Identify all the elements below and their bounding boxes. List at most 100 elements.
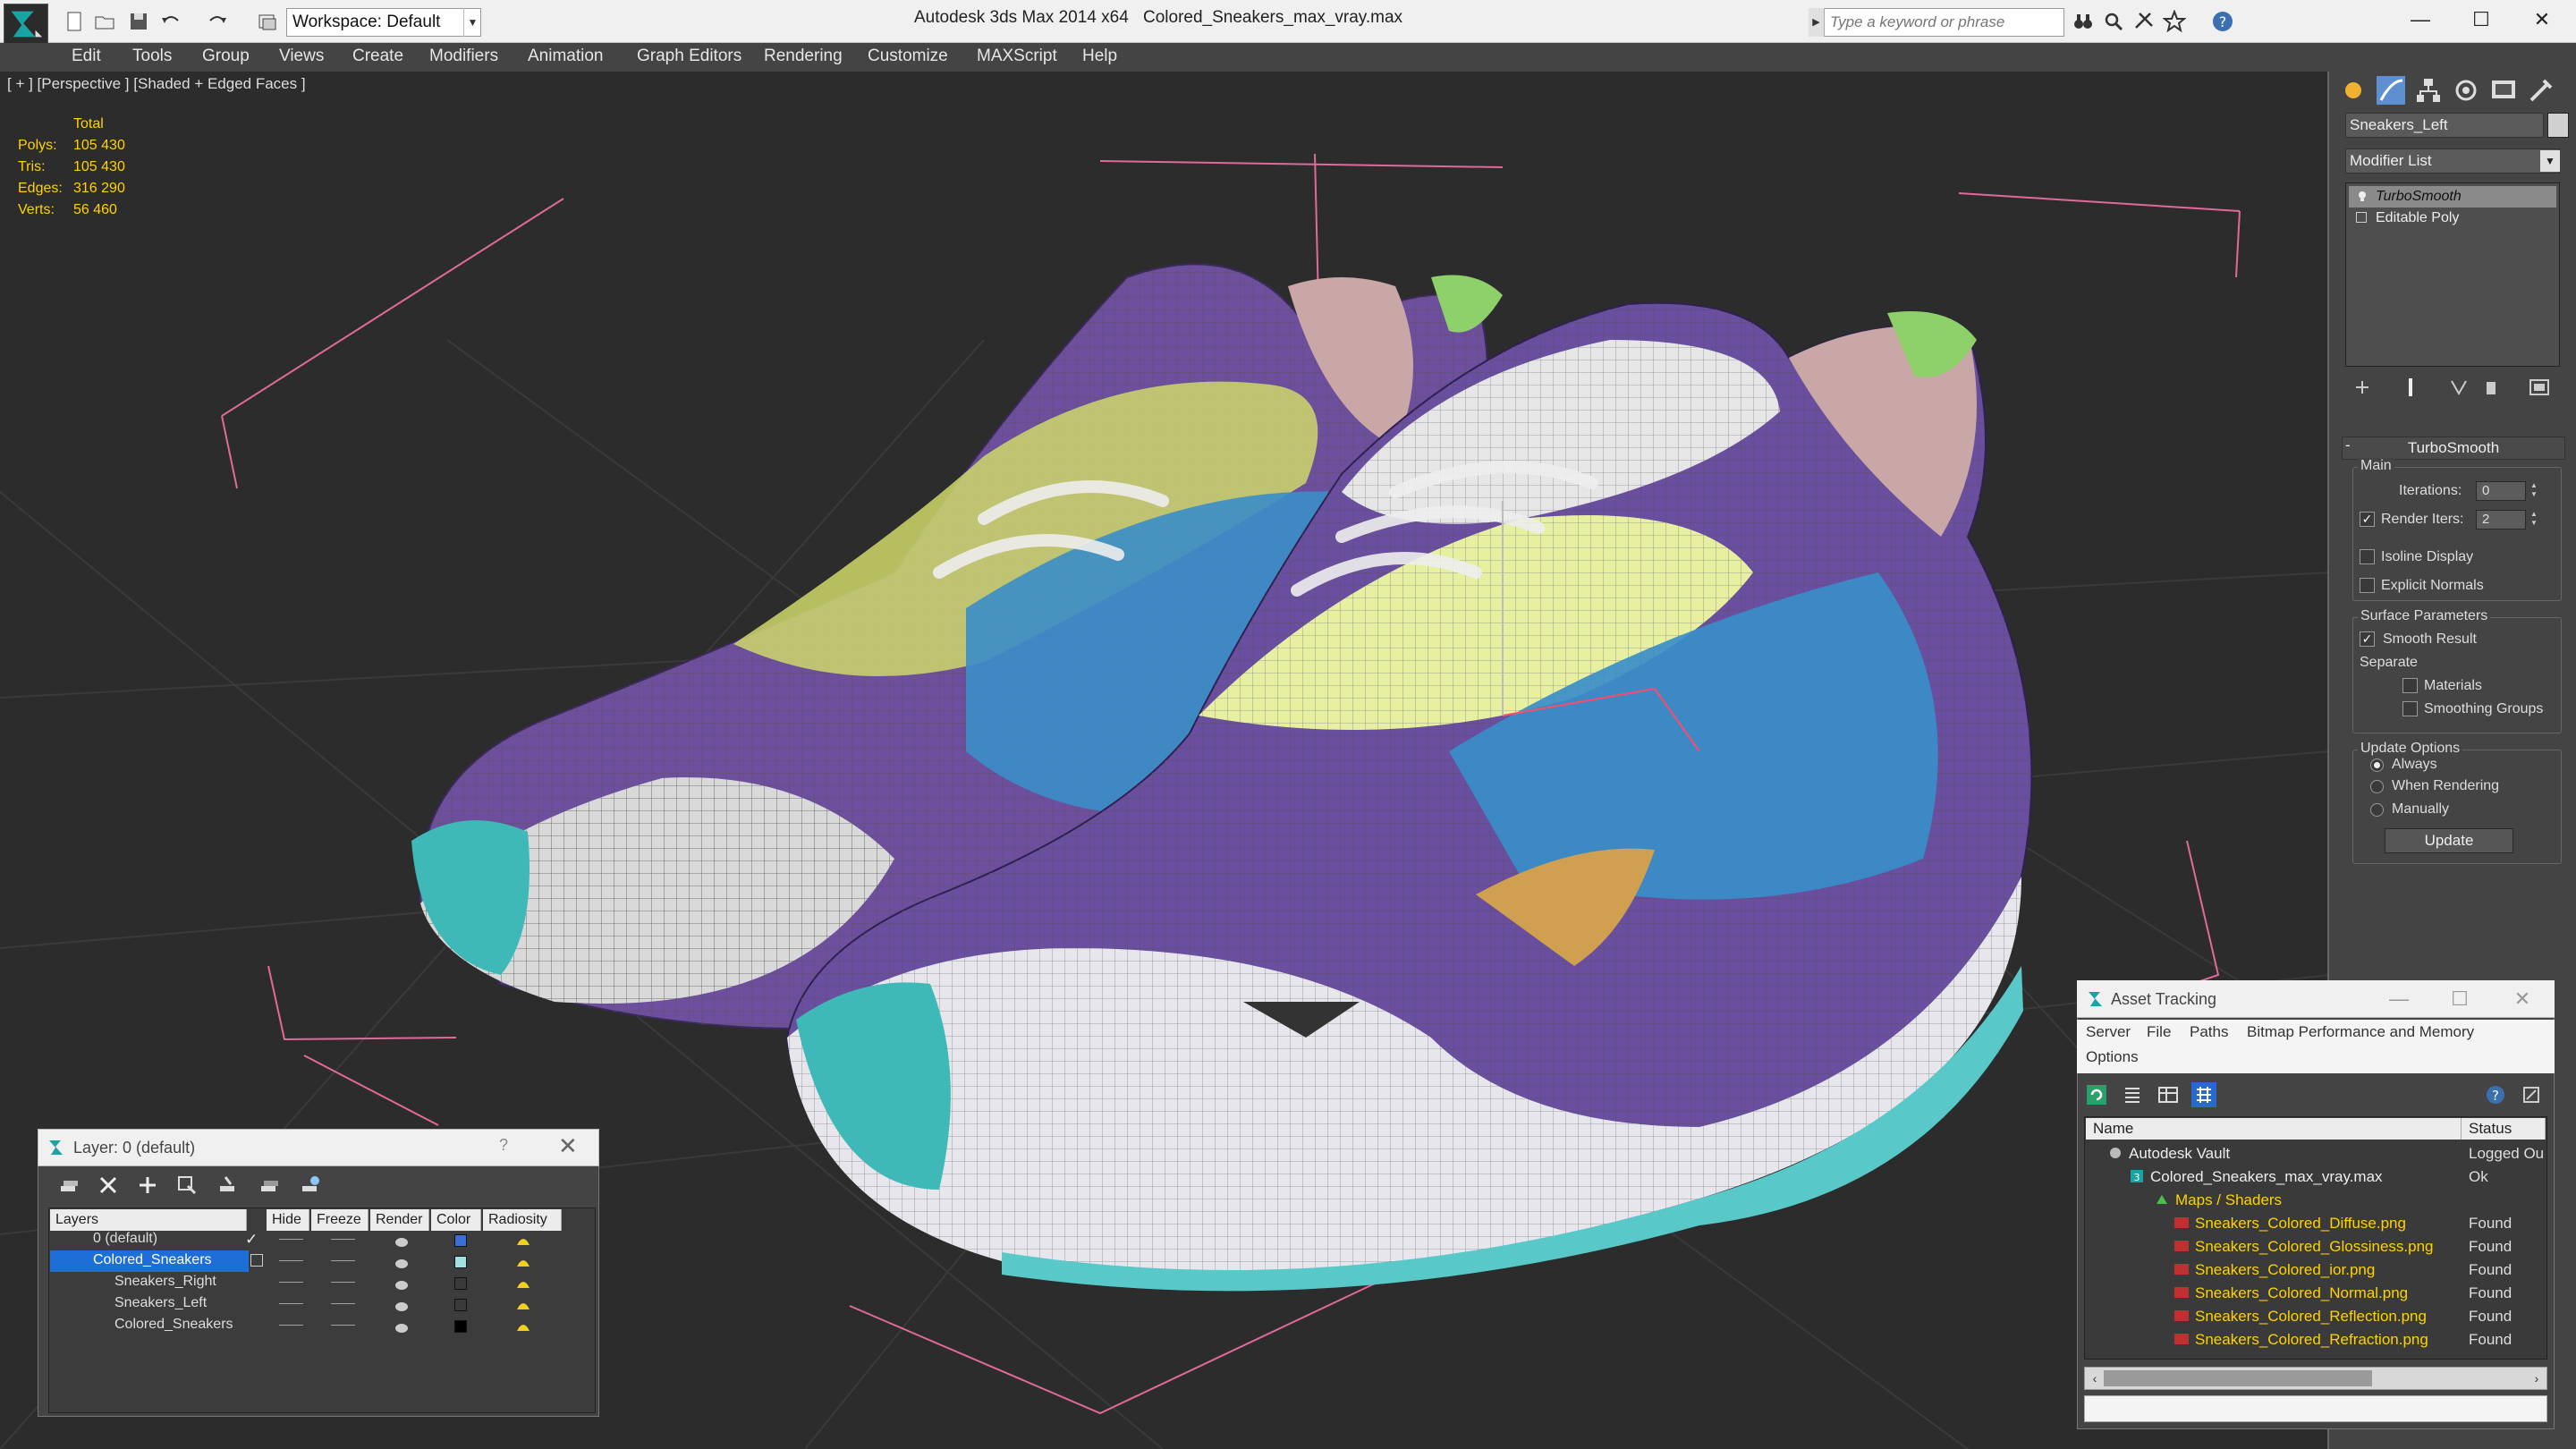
layer-color-swatch[interactable]	[454, 1299, 467, 1311]
hide-all-layers-icon[interactable]	[258, 1174, 281, 1197]
when-rendering-radio[interactable]	[2370, 780, 2384, 793]
lightbulb-icon[interactable]	[2356, 190, 2368, 202]
freeze-toggle[interactable]: ——	[331, 1317, 355, 1331]
create-tab-icon[interactable]	[2336, 73, 2370, 107]
radiosity-lamp-icon[interactable]	[513, 1231, 533, 1250]
menu-help[interactable]: Help	[1082, 47, 1117, 66]
close-button[interactable]: ✕	[2503, 986, 2542, 1013]
menu-customize[interactable]: Customize	[868, 47, 948, 66]
asset-name[interactable]: Sneakers_Colored_Reflection.png	[2195, 1308, 2427, 1326]
select-in-layer-icon[interactable]	[175, 1174, 199, 1197]
stack-item-editable-poly[interactable]: Editable Poly	[2349, 208, 2556, 229]
table-view-icon[interactable]	[2156, 1082, 2181, 1107]
menu-create[interactable]: Create	[352, 47, 403, 66]
save-file-icon[interactable]	[127, 10, 150, 33]
motion-tab-icon[interactable]	[2449, 73, 2483, 107]
help-icon[interactable]: ?	[2483, 1082, 2508, 1107]
chevron-down-icon[interactable]: ▼	[463, 8, 481, 37]
hierarchy-tab-icon[interactable]	[2411, 73, 2445, 107]
render-teapot-icon[interactable]	[392, 1317, 411, 1336]
maximize-button[interactable]: ☐	[2454, 4, 2508, 36]
highlight-layer-icon[interactable]	[216, 1174, 240, 1197]
render-teapot-icon[interactable]	[392, 1231, 411, 1250]
menu-tools[interactable]: Tools	[132, 47, 172, 66]
layer-name[interactable]: Sneakers_Left	[114, 1295, 207, 1311]
smoothing-groups-checkbox[interactable]	[2402, 701, 2418, 716]
freeze-all-layers-icon[interactable]	[299, 1174, 322, 1197]
viewport-label[interactable]: [ + ] [Perspective ] [Shaded + Edged Fac…	[7, 75, 306, 93]
project-folder-icon[interactable]	[256, 10, 279, 33]
render-teapot-icon[interactable]	[392, 1252, 411, 1272]
minimize-button[interactable]: —	[2379, 986, 2419, 1013]
isoline-display-checkbox[interactable]	[2360, 549, 2375, 564]
new-file-icon[interactable]	[63, 10, 86, 33]
layer-name[interactable]: Sneakers_Right	[114, 1274, 216, 1290]
hide-toggle[interactable]: ——	[279, 1252, 303, 1267]
asset-name[interactable]: Autodesk Vault	[2129, 1145, 2230, 1163]
freeze-column-header[interactable]: Freeze	[311, 1209, 369, 1231]
search-expand-icon[interactable]: ▶	[1809, 8, 1825, 37]
hide-toggle[interactable]: ——	[279, 1231, 303, 1245]
hide-toggle[interactable]: ——	[279, 1295, 303, 1309]
asset-name[interactable]: Sneakers_Colored_Refraction.png	[2195, 1331, 2428, 1349]
freeze-toggle[interactable]: ——	[331, 1231, 355, 1245]
workspace-select[interactable]: Workspace: Default	[286, 8, 481, 37]
menu-modifiers[interactable]: Modifiers	[429, 47, 498, 66]
radiosity-lamp-icon[interactable]	[513, 1252, 533, 1272]
close-button[interactable]: ✕	[2515, 4, 2569, 36]
display-tab-icon[interactable]	[2487, 73, 2521, 107]
render-iters-spinner[interactable]: 2	[2476, 510, 2526, 530]
search-input[interactable]	[1826, 9, 2063, 36]
scrollbar-thumb[interactable]	[2104, 1370, 2372, 1386]
radiosity-column-header[interactable]: Radiosity	[483, 1209, 562, 1231]
asset-name[interactable]: Sneakers_Colored_Normal.png	[2195, 1284, 2408, 1302]
always-radio[interactable]	[2370, 758, 2384, 772]
asset-menu-paths[interactable]: Paths	[2190, 1023, 2228, 1041]
collapse-icon[interactable]: -	[2345, 436, 2351, 454]
layer-checkbox[interactable]	[250, 1254, 263, 1267]
context-help-icon[interactable]	[2519, 1082, 2544, 1107]
refresh-icon[interactable]	[2084, 1082, 2109, 1107]
hide-toggle[interactable]: ——	[279, 1317, 303, 1331]
app-logo-button[interactable]	[4, 4, 48, 45]
hide-column-header[interactable]: Hide	[267, 1209, 309, 1231]
menu-edit[interactable]: Edit	[72, 47, 101, 66]
layer-name[interactable]: Colored_Sneakers	[114, 1317, 233, 1333]
layers-icon[interactable]	[57, 1174, 80, 1197]
menu-rendering[interactable]: Rendering	[764, 47, 843, 66]
active-layer-check-icon[interactable]: ✓	[245, 1231, 258, 1249]
turbosmooth-rollout-header[interactable]: TurboSmooth	[2342, 436, 2565, 460]
radiosity-lamp-icon[interactable]	[513, 1295, 533, 1315]
layer-color-swatch[interactable]	[454, 1234, 467, 1247]
iterations-spinner[interactable]: 0	[2476, 481, 2526, 501]
menu-graph-editors[interactable]: Graph Editors	[637, 47, 741, 66]
asset-name[interactable]: Maps / Shaders	[2175, 1191, 2282, 1209]
pin-stack-icon[interactable]	[2351, 376, 2374, 399]
undo-icon[interactable]	[159, 10, 182, 33]
smooth-result-checkbox[interactable]: ✓	[2360, 631, 2375, 647]
layer-close-button[interactable]: ✕	[558, 1132, 578, 1160]
menu-group[interactable]: Group	[202, 47, 250, 66]
expand-plus-icon[interactable]	[2356, 212, 2367, 223]
grid-view-icon[interactable]	[2191, 1082, 2216, 1107]
list-view-icon[interactable]	[2120, 1082, 2145, 1107]
layer-color-swatch[interactable]	[454, 1277, 467, 1290]
update-button[interactable]: Update	[2385, 828, 2513, 853]
layers-column-header[interactable]: Layers	[50, 1209, 247, 1231]
communication-icon[interactable]	[2132, 10, 2156, 33]
status-column-header[interactable]: Status	[2462, 1118, 2546, 1140]
configure-sets-icon[interactable]	[2528, 376, 2551, 399]
layer-name[interactable]: 0 (default)	[93, 1231, 157, 1247]
scroll-left-icon[interactable]: ‹	[2086, 1367, 2104, 1390]
materials-checkbox[interactable]	[2402, 678, 2418, 693]
asset-name[interactable]: Sneakers_Colored_Glossiness.png	[2195, 1238, 2434, 1256]
menu-maxscript[interactable]: MAXScript	[977, 47, 1057, 66]
menu-views[interactable]: Views	[279, 47, 324, 66]
freeze-toggle[interactable]: ——	[331, 1274, 355, 1288]
freeze-toggle[interactable]: ——	[331, 1252, 355, 1267]
modifier-list-dropdown[interactable]: Modifier List	[2345, 148, 2560, 174]
open-file-icon[interactable]	[93, 10, 116, 33]
layer-color-swatch[interactable]	[454, 1256, 467, 1268]
render-teapot-icon[interactable]	[392, 1295, 411, 1315]
hide-toggle[interactable]: ——	[279, 1274, 303, 1288]
